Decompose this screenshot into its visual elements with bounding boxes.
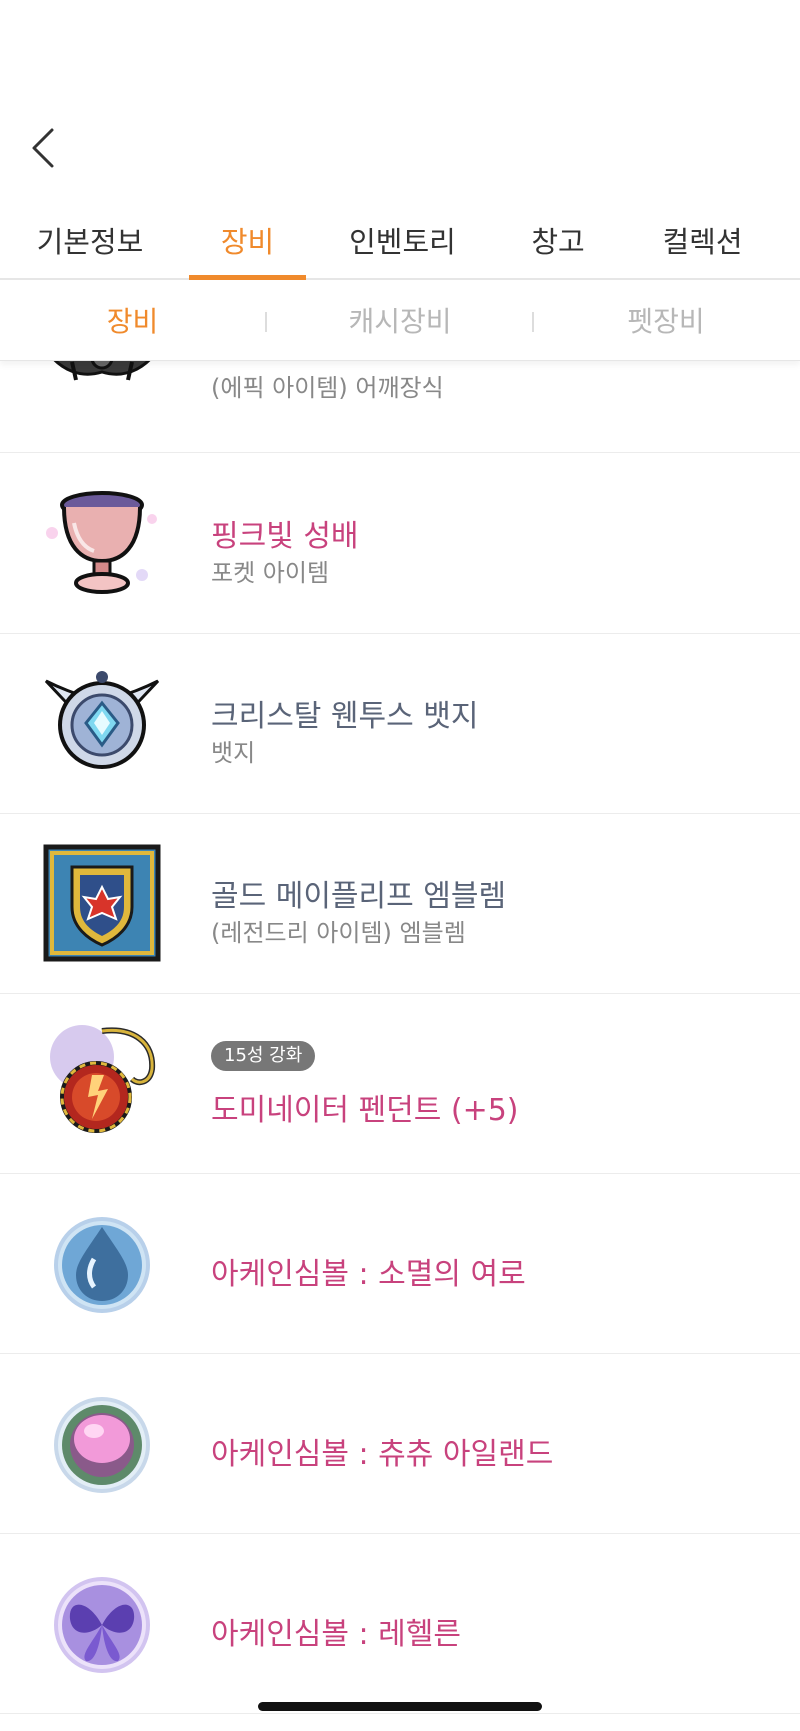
list-item[interactable]: 15성 강화 도미네이터 펜던트 (+5) xyxy=(0,993,800,1174)
item-type: 뱃지 xyxy=(211,739,256,767)
list-item[interactable]: 아케인심볼 : 소멸의 여로 xyxy=(0,1173,800,1354)
list-item[interactable]: 아케인심볼 : 레헬른 xyxy=(0,1533,800,1714)
home-indicator[interactable] xyxy=(258,1702,542,1711)
list-item[interactable]: 핑크빛 성배 포켓 아이템 xyxy=(0,453,800,634)
item-name: 아케인심볼 : 소멸의 여로 xyxy=(211,1257,526,1292)
chalice-icon xyxy=(46,491,157,594)
pendant-icon xyxy=(50,1025,156,1133)
list-item[interactable]: 크리스탈 웬투스 뱃지 뱃지 xyxy=(0,633,800,814)
subtab-equipment[interactable]: 장비 xyxy=(70,280,195,360)
tab-storage[interactable]: 창고 xyxy=(508,205,608,278)
item-type: (레전드리 아이템) 엠블렘 xyxy=(211,919,466,947)
subtab-pet-equipment[interactable]: 펫장비 xyxy=(600,280,732,360)
emblem-icon xyxy=(43,844,161,962)
tab-equipment[interactable]: 장비 xyxy=(189,205,306,280)
item-name: 크리스탈 웬투스 뱃지 xyxy=(211,699,479,734)
chevron-left-icon xyxy=(32,128,54,168)
subtab-divider xyxy=(265,312,267,332)
tab-inventory[interactable]: 인벤토리 xyxy=(330,205,475,278)
list-item[interactable]: 골드 메이플리프 엠블렘 (레전드리 아이템) 엠블렘 xyxy=(0,813,800,994)
item-type: 포켓 아이템 xyxy=(211,559,330,587)
enhancement-badge: 15성 강화 xyxy=(211,1041,316,1071)
symbol-icon xyxy=(54,1217,150,1313)
sub-tabs: 장비 캐시장비 펫장비 xyxy=(0,280,800,361)
badge-icon xyxy=(44,671,160,769)
main-tabs: 기본정보 장비 인벤토리 창고 컬렉션 xyxy=(0,205,800,280)
subtab-divider xyxy=(532,312,534,332)
tab-collection[interactable]: 컬렉션 xyxy=(640,205,765,278)
item-name: 아케인심볼 : 츄츄 아일랜드 xyxy=(211,1437,554,1472)
symbol-icon xyxy=(54,1577,150,1673)
back-button[interactable] xyxy=(24,118,64,178)
item-type: (에픽 아이템) 어깨장식 xyxy=(211,374,444,402)
equipment-list: (에픽 아이템) 어깨장식 핑크빛 성배 포켓 아이템 크리스탈 웬투스 뱃지 … xyxy=(0,360,800,1731)
list-item[interactable]: 아케인심볼 : 츄츄 아일랜드 xyxy=(0,1353,800,1534)
tab-basic-info[interactable]: 기본정보 xyxy=(15,205,165,278)
item-name: 핑크빛 성배 xyxy=(211,519,359,554)
shoulder-icon xyxy=(52,360,152,381)
item-name: 아케인심볼 : 레헬른 xyxy=(211,1617,461,1652)
subtab-cash-equipment[interactable]: 캐시장비 xyxy=(325,280,475,360)
symbol-icon xyxy=(54,1397,150,1493)
list-item[interactable]: (에픽 아이템) 어깨장식 xyxy=(0,360,800,453)
item-name: 도미네이터 펜던트 (+5) xyxy=(211,1093,519,1128)
item-name: 골드 메이플리프 엠블렘 xyxy=(211,879,507,914)
